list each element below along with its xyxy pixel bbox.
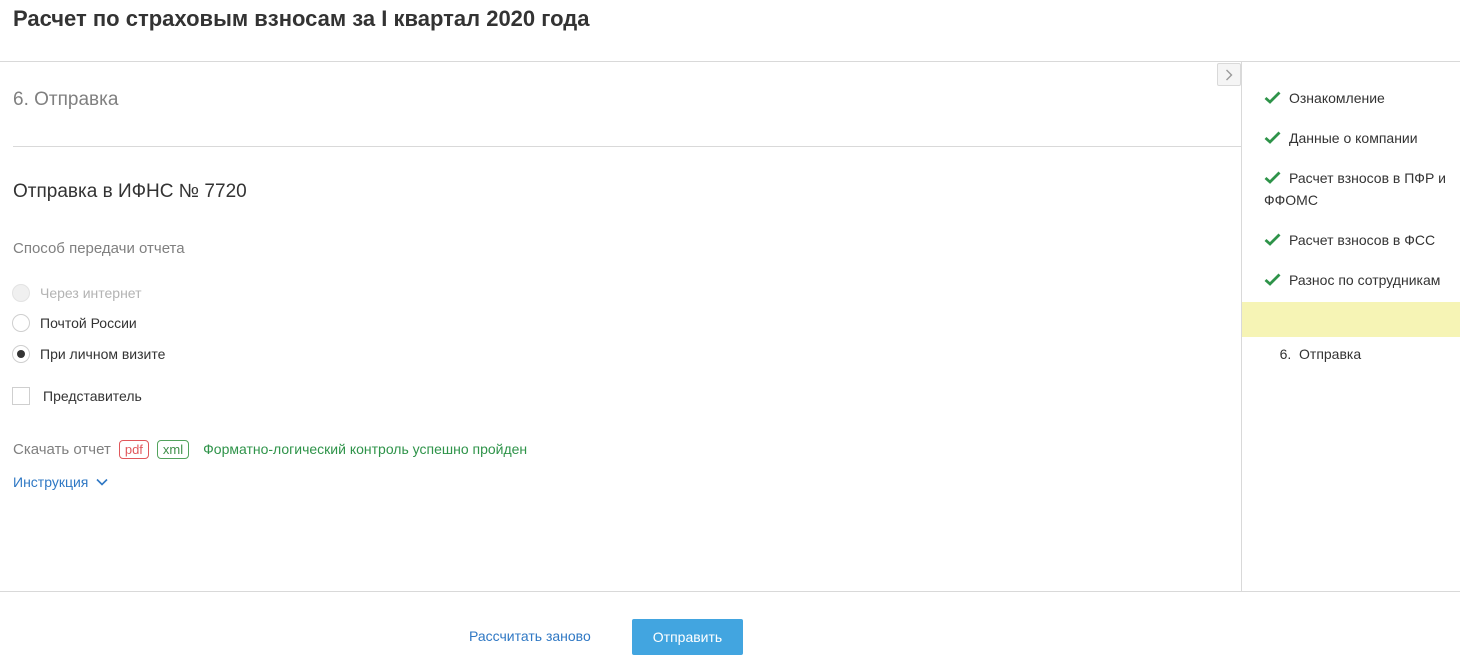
check-icon [1264,171,1281,184]
collapse-sidebar-button[interactable] [1217,63,1241,86]
method-label: Способ передачи отчета [13,240,185,257]
page-title: Расчет по страховым взносам за I квартал… [13,6,590,31]
recalculate-link[interactable]: Рассчитать заново [469,627,591,645]
sidebar-item-label: 6. Отправка [1279,346,1362,362]
radio-personal-visit-label: При личном визите [40,346,166,362]
representative-checkbox-label: Представитель [43,388,142,404]
download-xml-button[interactable]: xml [156,439,190,459]
download-label: Скачать отчет [13,440,111,458]
radio-internet-circle[interactable] [12,284,30,302]
main-content: 6. Отправка Отправка в ИФНС № 7720 Спосо… [0,62,1241,591]
check-icon [1264,233,1281,246]
sidebar-item-send[interactable]: 6. Отправка [1242,302,1460,362]
representative-checkbox-box[interactable] [12,387,30,405]
radio-personal-visit-circle[interactable] [12,345,30,363]
sidebar-item-label: Данные о компании [1289,130,1418,146]
instruction-label: Инструкция [13,474,89,490]
instruction-toggle[interactable]: Инструкция [13,473,108,491]
sidebar-item-label: Ознакомление [1289,90,1385,106]
chevron-down-icon [96,478,108,486]
send-button[interactable]: Отправить [632,619,743,655]
step-divider [13,146,1241,147]
sidebar-item-label: Расчет взносов в ФСС [1289,232,1436,248]
sidebar-item-label: Разнос по сотрудникам [1289,272,1441,288]
footer-divider [0,591,1460,592]
steps-sidebar: Ознакомление Данные о компании Расчет вз… [1241,62,1460,591]
download-pdf-button[interactable]: pdf [118,439,149,459]
sidebar-item-label: Расчет взносов в ПФР и ФФОМС [1264,170,1446,208]
section-title: Отправка в ИФНС № 7720 [13,181,247,202]
radio-internet-label: Через интернет [40,285,142,301]
sidebar-item-company[interactable]: Данные о компании [1242,127,1460,149]
radio-post[interactable]: Почтой России [12,313,137,333]
radio-personal-visit[interactable]: При личном визите [12,344,165,364]
sidebar-item-fss[interactable]: Расчет взносов в ФСС [1242,229,1460,251]
radio-internet[interactable]: Через интернет [12,283,142,303]
sidebar-item-employees[interactable]: Разнос по сотрудникам [1242,269,1460,291]
chevron-right-icon [1226,69,1233,80]
representative-checkbox[interactable]: Представитель [12,386,142,406]
check-icon [1264,91,1281,104]
sidebar-item-pfr[interactable]: Расчет взносов в ПФР и ФФОМС [1242,167,1460,211]
radio-post-circle[interactable] [12,314,30,332]
download-row: Скачать отчет pdf xml Форматно-логически… [13,439,527,459]
check-icon [1264,131,1281,144]
check-icon [1264,273,1281,286]
step-heading: 6. Отправка [13,89,119,110]
sidebar-item-intro[interactable]: Ознакомление [1242,87,1460,109]
flk-status-text: Форматно-логический контроль успешно про… [203,441,528,457]
radio-post-label: Почтой России [40,315,137,331]
